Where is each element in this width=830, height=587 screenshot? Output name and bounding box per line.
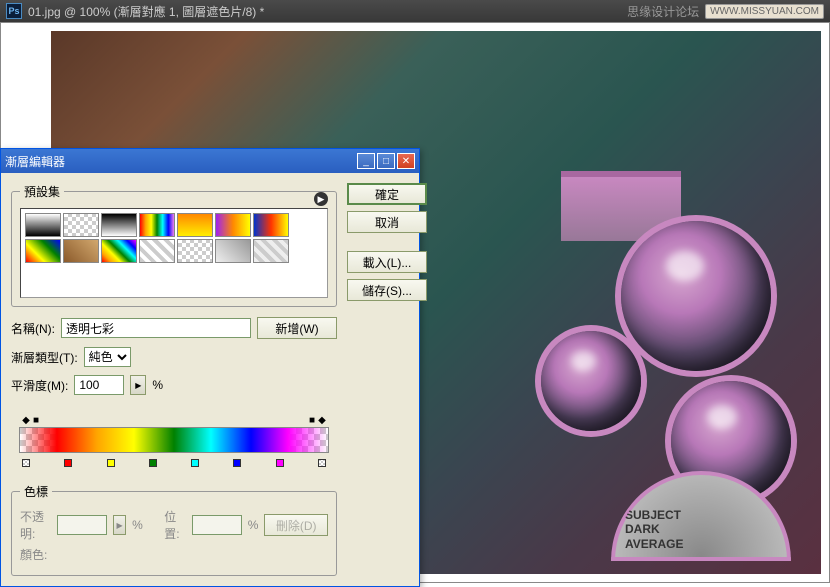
document-title: 01.jpg @ 100% (漸層對應 1, 圖層遮色片/8) * <box>28 3 627 20</box>
forum-label: 思缘设计论坛 <box>627 3 699 20</box>
gradient-preset[interactable] <box>215 239 251 263</box>
gradient-editor-dialog: 漸層編輯器 _ □ ✕ 預設集 ▶ <box>0 148 420 587</box>
presets-group: 預設集 ▶ <box>11 183 337 307</box>
opacity-stop[interactable]: ◆ <box>317 415 327 425</box>
gradient-preset[interactable] <box>25 213 61 237</box>
gradient-type-select[interactable]: 純色 <box>84 347 131 367</box>
smoothness-dropdown-icon[interactable]: ▶ <box>130 375 146 395</box>
opacity-input <box>57 515 107 535</box>
opacity-label: 不透明: <box>20 508 51 542</box>
gradient-editor-bar: ◆ ■ ■ ◆ <box>11 403 337 477</box>
opacity-dd-icon: ▶ <box>113 515 126 535</box>
gradient-preset[interactable] <box>63 213 99 237</box>
ps-app-icon: Ps <box>6 3 22 19</box>
color-stop[interactable] <box>275 453 285 463</box>
gradient-preset[interactable] <box>101 239 137 263</box>
ok-button[interactable]: 確定 <box>347 183 427 205</box>
position-input <box>192 515 242 535</box>
gradient-preset[interactable] <box>25 239 61 263</box>
stops-label: 色標 <box>20 483 52 500</box>
color-stop[interactable] <box>232 453 242 463</box>
name-label: 名稱(N): <box>11 320 55 337</box>
save-button[interactable]: 儲存(S)... <box>347 279 427 301</box>
presets-label: 預設集 <box>20 183 64 200</box>
load-button[interactable]: 載入(L)... <box>347 251 427 273</box>
minimize-button[interactable]: _ <box>357 153 375 169</box>
color-stop[interactable] <box>148 453 158 463</box>
smoothness-label: 平滑度(M): <box>11 377 68 394</box>
opacity-stop[interactable]: ■ <box>31 415 41 425</box>
dialog-titlebar[interactable]: 漸層編輯器 _ □ ✕ <box>1 149 419 173</box>
camera-lens <box>541 331 641 431</box>
gradient-preset[interactable] <box>101 213 137 237</box>
gradient-preset[interactable] <box>139 213 175 237</box>
color-stop[interactable] <box>21 453 31 463</box>
color-stop[interactable] <box>63 453 73 463</box>
color-stop[interactable] <box>190 453 200 463</box>
camera-lens <box>621 221 771 371</box>
opacity-stop[interactable]: ◆ <box>21 415 31 425</box>
type-label: 漸層類型(T): <box>11 349 78 366</box>
dial-text: SUBJECT DARK AVERAGE <box>625 508 683 551</box>
gradient-preset[interactable] <box>63 239 99 263</box>
gradient-preset[interactable] <box>215 213 251 237</box>
color-stop[interactable] <box>106 453 116 463</box>
position-label: 位置: <box>164 508 186 542</box>
delete-stop-button: 刪除(D) <box>264 514 328 536</box>
gradient-preset[interactable] <box>139 239 175 263</box>
gradient-preset[interactable] <box>253 213 289 237</box>
gradient-preset[interactable] <box>253 239 289 263</box>
smoothness-unit: % <box>152 378 163 392</box>
cancel-button[interactable]: 取消 <box>347 211 427 233</box>
new-button[interactable]: 新增(W) <box>257 317 337 339</box>
name-input[interactable] <box>61 318 251 338</box>
opacity-stop[interactable]: ■ <box>307 415 317 425</box>
gradient-preset[interactable] <box>177 239 213 263</box>
gradient-preset[interactable] <box>177 213 213 237</box>
url-badge: WWW.MISSYUAN.COM <box>705 4 824 19</box>
stops-group: 色標 不透明: ▶ % 位置: % 刪除(D) 顏色: <box>11 483 337 576</box>
color-stop[interactable] <box>317 453 327 463</box>
camera-illustration: SUBJECT DARK AVERAGE <box>421 181 801 561</box>
close-button[interactable]: ✕ <box>397 153 415 169</box>
smoothness-input[interactable] <box>74 375 124 395</box>
app-title-bar: Ps 01.jpg @ 100% (漸層對應 1, 圖層遮色片/8) * 思缘设… <box>0 0 830 22</box>
gradient-bar[interactable] <box>19 427 329 453</box>
dialog-title: 漸層編輯器 <box>5 153 355 170</box>
color-label: 顏色: <box>20 546 47 563</box>
preset-swatches <box>20 208 328 298</box>
presets-menu-icon[interactable]: ▶ <box>314 192 328 206</box>
maximize-button[interactable]: □ <box>377 153 395 169</box>
